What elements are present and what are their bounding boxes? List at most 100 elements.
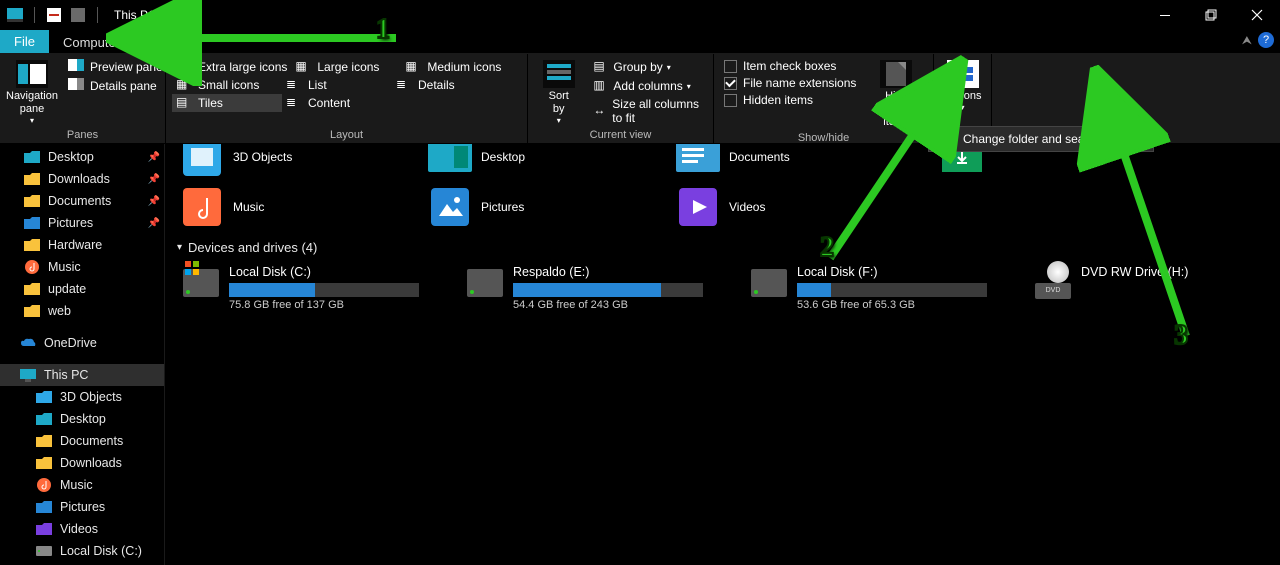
drive-icon <box>36 543 52 559</box>
nav-onedrive[interactable]: OneDrive <box>0 332 164 354</box>
dvd-drive-icon: DVD <box>1035 265 1071 299</box>
nav-pc-item[interactable]: Desktop <box>0 408 164 430</box>
layout-small[interactable]: ▦Small icons <box>172 76 282 94</box>
pictures-icon <box>24 215 40 231</box>
folder-icon <box>24 193 40 209</box>
grid-icon: ▦ <box>405 59 421 75</box>
checkbox-checked-icon <box>724 77 737 90</box>
details-pane-icon <box>68 78 84 94</box>
navigation-pane-button[interactable]: Navigation pane ▾ <box>6 58 58 126</box>
folder-icon <box>24 171 40 187</box>
navigation-tree[interactable]: Desktop📌Downloads📌Documents📌Pictures📌Har… <box>0 144 165 565</box>
maximize-button[interactable] <box>1188 0 1234 30</box>
computer-tab[interactable]: Computer <box>49 30 134 53</box>
details-pane-button[interactable]: Details pane <box>64 77 174 95</box>
content-icon: ≣ <box>286 95 302 111</box>
nav-quick-item[interactable]: Downloads📌 <box>0 168 164 190</box>
hidden-items-toggle[interactable]: Hidden items <box>720 92 860 108</box>
checkbox-icon <box>724 94 737 107</box>
layout-content[interactable]: ≣Content <box>282 94 392 112</box>
qat-blank-icon[interactable] <box>69 6 87 24</box>
help-icon[interactable]: ? <box>1258 32 1274 48</box>
nav-quick-item[interactable]: Hardware <box>0 234 164 256</box>
hide-icon <box>880 60 912 88</box>
cloud-icon <box>20 335 36 351</box>
folder-y-icon <box>24 303 40 319</box>
nav-quick-item[interactable]: Documents📌 <box>0 190 164 212</box>
drive-tile[interactable]: Local Disk (C:)75.8 GB free of 137 GB <box>183 265 419 311</box>
layout-list[interactable]: ≣List <box>282 76 392 94</box>
grid-icon: ▦ <box>176 77 192 93</box>
group-by-button[interactable]: ▤Group by▾ <box>589 58 707 76</box>
nav-quick-item[interactable]: update <box>0 278 164 300</box>
windows-logo-icon <box>185 261 199 275</box>
checkbox-icon <box>724 60 737 73</box>
layout-medium[interactable]: ▦Medium icons <box>401 58 511 76</box>
hard-drive-icon <box>751 269 787 297</box>
annotation-badge-3: 3 <box>1174 320 1188 352</box>
preview-pane-button[interactable]: Preview pane <box>64 58 174 76</box>
nav-pc-item[interactable]: Pictures <box>0 496 164 518</box>
navigation-pane-icon <box>16 60 48 88</box>
folder-tile[interactable]: Music <box>183 188 383 226</box>
nav-quick-item[interactable]: Desktop📌 <box>0 146 164 168</box>
music-icon <box>36 477 52 493</box>
videos-icon <box>36 521 52 537</box>
layout-extra-large[interactable]: ▦Extra large icons <box>172 58 291 76</box>
chevron-down-icon: ▾ <box>177 242 182 253</box>
list-icon: ≣ <box>396 77 412 93</box>
item-check-boxes-toggle[interactable]: Item check boxes <box>720 58 860 74</box>
hard-drive-icon <box>183 269 219 297</box>
pictures-icon <box>36 499 52 515</box>
folder-tile[interactable]: Desktop <box>431 144 631 176</box>
nav-quick-item[interactable]: Music <box>0 256 164 278</box>
qat-properties-icon[interactable] <box>45 6 63 24</box>
folder-icon <box>183 144 221 176</box>
capacity-bar <box>797 283 987 297</box>
sort-by-button[interactable]: Sort by▾ <box>534 58 583 126</box>
folder-icon <box>431 188 469 226</box>
nav-quick-item[interactable]: web <box>0 300 164 322</box>
pin-icon: 📌 <box>148 196 160 207</box>
annotation-badge-2: 2 <box>820 232 834 264</box>
layout-details[interactable]: ≣Details <box>392 76 502 94</box>
minimize-button[interactable] <box>1142 0 1188 30</box>
nav-pc-item[interactable]: Downloads <box>0 452 164 474</box>
folder-tile[interactable]: Pictures <box>431 188 631 226</box>
nav-pc-item[interactable]: Documents <box>0 430 164 452</box>
folder-y-icon <box>24 237 40 253</box>
nav-pc-item[interactable]: Music <box>0 474 164 496</box>
nav-pc-item[interactable]: Local Disk (C:) <box>0 540 164 562</box>
options-button[interactable]: Options▾ <box>940 58 985 113</box>
collapse-ribbon-icon[interactable]: ⮝ <box>1242 33 1252 48</box>
grid-icon: ▦ <box>176 59 192 75</box>
window-title: This PC <box>114 8 157 22</box>
pin-icon: 📌 <box>148 174 160 185</box>
3d-icon <box>36 389 52 405</box>
size-columns-button[interactable]: ↔Size all columns to fit <box>589 96 707 126</box>
system-monitor-icon[interactable] <box>6 6 24 24</box>
layout-large[interactable]: ▦Large icons <box>291 58 401 76</box>
folder-icon <box>36 433 52 449</box>
nav-this-pc[interactable]: This PC <box>0 364 164 386</box>
file-tab[interactable]: File <box>0 30 49 53</box>
list-icon: ≣ <box>286 77 302 93</box>
fit-icon: ↔ <box>593 103 606 119</box>
drive-tile[interactable]: Local Disk (F:)53.6 GB free of 65.3 GB <box>751 265 987 311</box>
music-icon <box>24 259 40 275</box>
tiles-icon: ▤ <box>176 95 192 111</box>
add-columns-button[interactable]: ▥Add columns▾ <box>589 77 707 95</box>
close-button[interactable] <box>1234 0 1280 30</box>
drive-tile[interactable]: Respaldo (E:)54.4 GB free of 243 GB <box>467 265 703 311</box>
file-name-extensions-toggle[interactable]: File name extensions <box>720 75 860 91</box>
layout-tiles[interactable]: ▤Tiles <box>172 94 282 112</box>
nav-pc-item[interactable]: 3D Objects <box>0 386 164 408</box>
chevron-down-icon: ▾ <box>30 116 34 126</box>
nav-pc-item[interactable]: Videos <box>0 518 164 540</box>
ribbon-view: Navigation pane ▾ Preview pane Details p… <box>0 54 1280 144</box>
folder-tile[interactable]: 3D Objects <box>183 144 383 176</box>
nav-quick-item[interactable]: Pictures📌 <box>0 212 164 234</box>
folder-icon <box>679 144 717 176</box>
hard-drive-icon <box>467 269 503 297</box>
folder-y-icon <box>24 281 40 297</box>
